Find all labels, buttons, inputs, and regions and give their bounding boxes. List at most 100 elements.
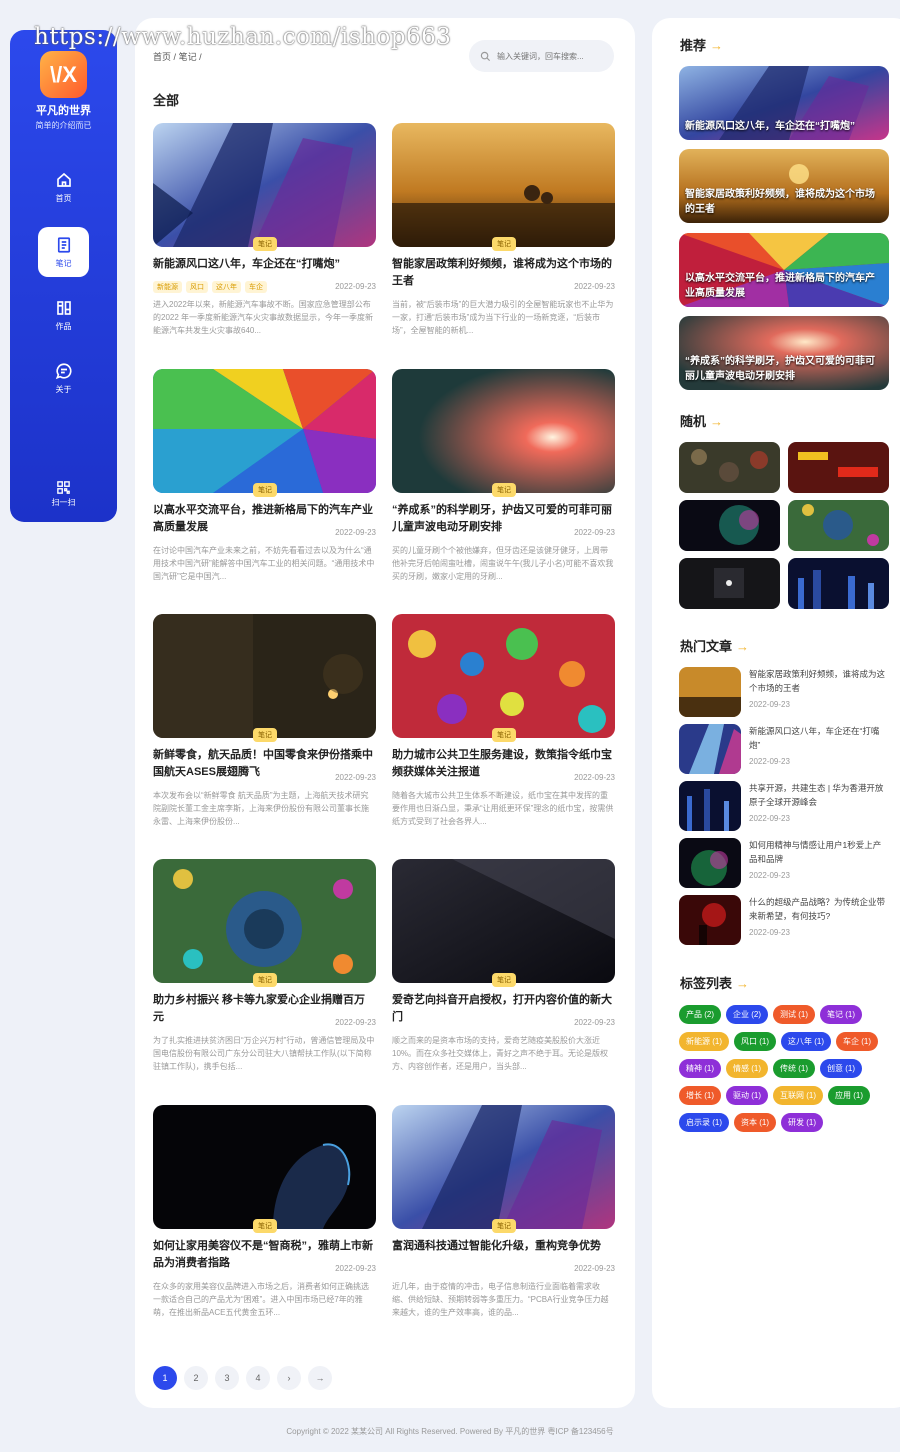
article-card[interactable]: 笔记 富润通科技通过智能化升级，重构竞争优势 2022-09-23 近几年，由于疫情的…	[392, 1105, 615, 1335]
card-image[interactable]	[392, 1105, 615, 1229]
hot-article[interactable]: 什么的超级产品战略？为传统企业带来新希望，有何技巧? 2022-09-23	[679, 895, 891, 945]
category-badge[interactable]: 笔记	[253, 237, 277, 251]
card-image[interactable]	[392, 859, 615, 983]
recommend-item[interactable]: “养成系”的科学刷牙，护齿又可爱的可菲可丽儿童声波电动牙刷安排	[679, 316, 889, 390]
card-image[interactable]	[392, 614, 615, 738]
card-tag[interactable]: 车企	[245, 281, 267, 293]
category-badge[interactable]: 笔记	[492, 237, 516, 251]
nav-label-works: 作品	[55, 321, 72, 331]
card-excerpt: 为了扎实推进扶贫济困日“万企兴万村”行动，曾通信管理局及中国电信股份有限公司广东…	[153, 1036, 375, 1071]
tag-pill[interactable]: 驱动 (1)	[726, 1086, 768, 1105]
category-badge[interactable]: 笔记	[253, 728, 277, 742]
article-card[interactable]: 笔记 助力城市公共卫生服务建设，数策指令纸巾宝频获媒体关注报道 2022-09-23…	[392, 614, 615, 844]
random-thumb[interactable]	[788, 500, 889, 551]
random-thumb[interactable]	[788, 442, 889, 493]
random-thumb[interactable]	[679, 558, 780, 609]
category-badge[interactable]: 笔记	[492, 483, 516, 497]
tag-pill[interactable]: 企业 (2)	[726, 1005, 768, 1024]
article-card[interactable]: 笔记 助力乡村振兴 移卡等九家爱心企业捐赠百万元 2022-09-23 为了扎实推进扶…	[153, 859, 376, 1089]
card-image[interactable]	[153, 1105, 376, 1229]
tag-pill[interactable]: 风口 (1)	[734, 1032, 776, 1051]
search-input[interactable]	[497, 51, 597, 61]
card-image[interactable]	[153, 859, 376, 983]
tag-pill[interactable]: 笔记 (1)	[820, 1005, 862, 1024]
article-card[interactable]: 笔记 新鲜零食，航天品质！中国零食来伊份搭乘中国航天ASES展翅腾飞 2022-09…	[153, 614, 376, 844]
last-page-button[interactable]: →	[308, 1366, 332, 1390]
card-date: 2022-09-23	[335, 282, 376, 291]
next-page-button[interactable]: ›	[277, 1366, 301, 1390]
tag-pill[interactable]: 增长 (1)	[679, 1086, 721, 1105]
category-badge[interactable]: 笔记	[492, 1219, 516, 1233]
nav-item-home[interactable]: 首页	[38, 162, 89, 212]
hot-article[interactable]: 智能家居政策利好频频，谁将成为这个市场的王者 2022-09-23	[679, 667, 891, 717]
breadcrumb-home[interactable]: 首页	[153, 52, 171, 62]
nav-item-about[interactable]: 关于	[38, 353, 89, 403]
category-badge[interactable]: 笔记	[253, 1219, 277, 1233]
category-badge[interactable]: 笔记	[253, 483, 277, 497]
random-thumb[interactable]	[788, 558, 889, 609]
tag-pill[interactable]: 测试 (1)	[773, 1005, 815, 1024]
tag-pill[interactable]: 研发 (1)	[781, 1113, 823, 1132]
breadcrumb-current[interactable]: 笔记	[179, 52, 197, 62]
tag-pill[interactable]: 车企 (1)	[836, 1032, 878, 1051]
article-card[interactable]: 笔记 以高水平交流平台，推进新格局下的汽车产业高质量发展 2022-09-23 在讨论…	[153, 369, 376, 599]
recommend-item[interactable]: 以高水平交流平台，推进新格局下的汽车产业高质量发展	[679, 233, 889, 307]
footer-copyright: Copyright © 2022 某某公司 All Rights Reserve…	[286, 1427, 614, 1436]
breadcrumb: 首页 / 笔记 /	[153, 50, 202, 63]
card-tag[interactable]: 新能源	[153, 281, 182, 293]
card-title[interactable]: 富润通科技通过智能化升级，重构竞争优势	[392, 1238, 615, 1255]
tag-pill[interactable]: 资本 (1)	[734, 1113, 776, 1132]
article-card[interactable]: 笔记 爱奇艺向抖音开启授权，打开内容价值的新大门 2022-09-23 顺之而来的是资…	[392, 859, 615, 1089]
article-card[interactable]: 笔记 如何让家用美容仪不是“智商税”，雅萌上市新品为消费者指路 2022-09-23…	[153, 1105, 376, 1335]
random-thumb[interactable]	[679, 500, 780, 551]
arrow-right-icon[interactable]: →	[736, 639, 749, 654]
recommend-heading: 推荐 →	[680, 35, 723, 54]
hot-article[interactable]: 共享开源，共建生态 | 华为香港开放原子全球开源峰会 2022-09-23	[679, 781, 891, 831]
category-badge[interactable]: 笔记	[492, 728, 516, 742]
card-image[interactable]	[153, 614, 376, 738]
card-image[interactable]	[153, 123, 376, 247]
category-badge[interactable]: 笔记	[253, 973, 277, 987]
article-card[interactable]: 笔记新能源风口这八年，车企还在“打嘴炮” 新能源 风口 这八年 车企 2022-09-23…	[153, 123, 376, 353]
category-badge[interactable]: 笔记	[492, 973, 516, 987]
card-image[interactable]	[392, 123, 615, 247]
recommend-item[interactable]: 新能源风口这八年，车企还在“打嘴炮”	[679, 66, 889, 140]
nav-item-notes[interactable]: 笔记	[38, 227, 89, 277]
article-card[interactable]: 笔记 “养成系”的科学刷牙，护齿又可爱的可菲可丽儿童声波电动牙刷安排 2022-09…	[392, 369, 615, 599]
tag-pill[interactable]: 传统 (1)	[773, 1059, 815, 1078]
tag-pill[interactable]: 启示录 (1)	[679, 1113, 729, 1132]
page-4-button[interactable]: 4	[246, 1366, 270, 1390]
recommend-item[interactable]: 智能家居政策利好频频，谁将成为这个市场的王者	[679, 149, 889, 223]
article-card[interactable]: 笔记 智能家居政策利好频频，谁将成为这个市场的王者 2022-09-23 当前，被“后…	[392, 123, 615, 353]
hot-article[interactable]: 如何用精神与情感让用户1秒爱上产品和品牌 2022-09-23	[679, 838, 891, 888]
tag-pill[interactable]: 创意 (1)	[820, 1059, 862, 1078]
card-tag[interactable]: 风口	[186, 281, 208, 293]
breadcrumb-separator: /	[173, 52, 177, 62]
card-date: 2022-09-23	[574, 1264, 615, 1273]
arrow-right-icon[interactable]: →	[736, 976, 749, 991]
recommend-title: 新能源风口这八年，车企还在“打嘴炮”	[685, 121, 855, 132]
page-3-button[interactable]: 3	[215, 1366, 239, 1390]
hot-article[interactable]: 新能源风口这八年，车企还在“打嘴炮” 2022-09-23	[679, 724, 891, 774]
tag-pill[interactable]: 这八年 (1)	[781, 1032, 831, 1051]
random-thumb[interactable]	[679, 442, 780, 493]
card-image[interactable]	[392, 369, 615, 493]
card-tag[interactable]: 这八年	[212, 281, 241, 293]
site-logo[interactable]: \/X	[40, 51, 87, 98]
tag-pill[interactable]: 新能源 (1)	[679, 1032, 729, 1051]
page-2-button[interactable]: 2	[184, 1366, 208, 1390]
nav-item-works[interactable]: 作品	[38, 290, 89, 340]
tag-pill[interactable]: 精神 (1)	[679, 1059, 721, 1078]
tag-pill[interactable]: 互联网 (1)	[773, 1086, 823, 1105]
qr-scan-button[interactable]: 扫一扫	[38, 480, 89, 510]
page-1-button[interactable]: 1	[153, 1366, 177, 1390]
tag-pill[interactable]: 情感 (1)	[726, 1059, 768, 1078]
tag-pill[interactable]: 应用 (1)	[828, 1086, 870, 1105]
search-box[interactable]	[469, 40, 614, 72]
arrow-right-icon[interactable]: →	[710, 414, 723, 429]
card-image[interactable]	[153, 369, 376, 493]
arrow-right-icon[interactable]: →	[710, 38, 723, 53]
tag-pill[interactable]: 产品 (2)	[679, 1005, 721, 1024]
card-title[interactable]: 新能源风口这八年，车企还在“打嘴炮”	[153, 256, 376, 273]
hot-article-thumb	[679, 781, 741, 831]
